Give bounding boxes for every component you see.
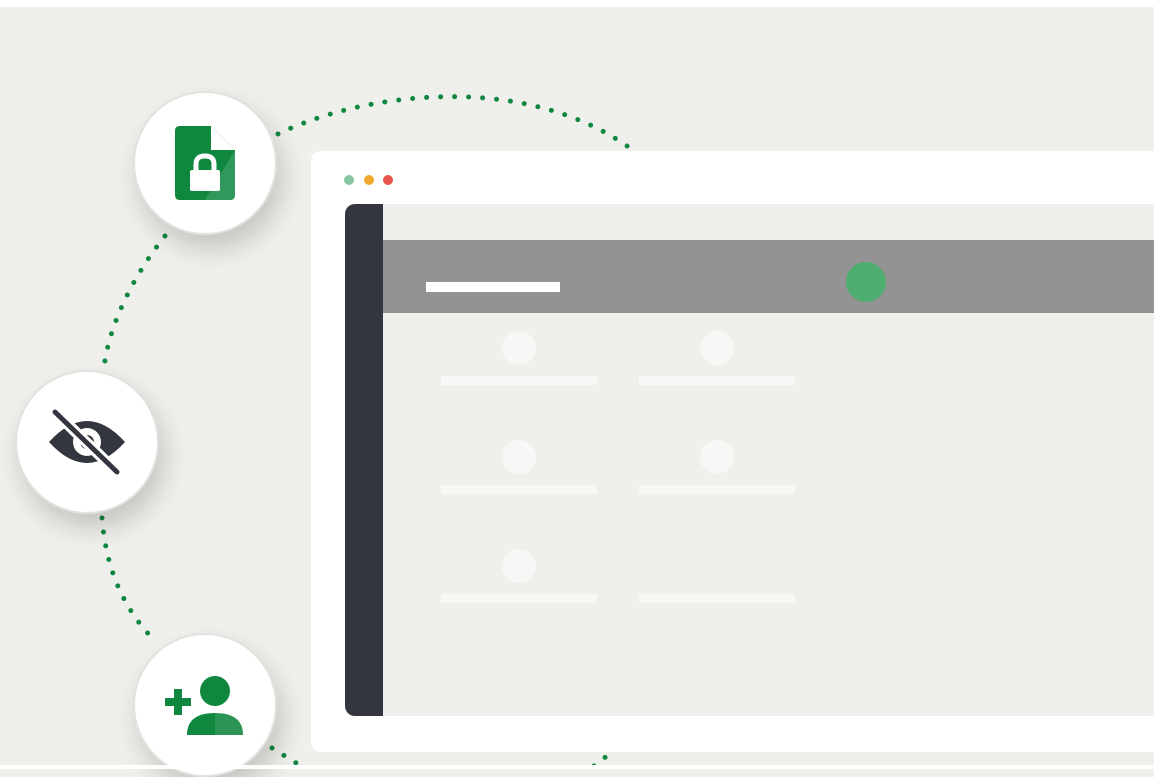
card-text-placeholder (639, 376, 795, 385)
add-user-icon (165, 676, 243, 735)
card-avatar (700, 440, 734, 474)
app-screen (345, 204, 1154, 716)
window-dot-yellow (364, 175, 374, 185)
user-card[interactable] (639, 331, 795, 393)
window-dot-red (383, 175, 393, 185)
card-text-placeholder (441, 594, 597, 603)
card-avatar (502, 549, 536, 583)
browser-window (311, 151, 1154, 752)
sidebar (345, 204, 383, 716)
user-card[interactable] (639, 549, 795, 611)
card-text-placeholder (639, 485, 795, 494)
bottom-border (0, 765, 1154, 769)
user-card[interactable] (441, 331, 597, 393)
header-avatar[interactable] (846, 262, 886, 302)
card-avatar (502, 331, 536, 365)
header-bar (383, 240, 1154, 313)
user-card[interactable] (441, 440, 597, 502)
card-text-placeholder (639, 594, 795, 603)
eye-slash-icon (49, 408, 125, 476)
user-card[interactable] (441, 549, 597, 611)
card-text-placeholder (441, 376, 597, 385)
user-card[interactable] (639, 440, 795, 502)
card-avatar (700, 331, 734, 365)
card-avatar (502, 440, 536, 474)
locked-file-icon (175, 126, 235, 200)
window-dot-green (344, 175, 354, 185)
feature-add-user (133, 633, 277, 777)
top-border (0, 0, 1154, 7)
feature-locked-file (133, 91, 277, 235)
card-text-placeholder (441, 485, 597, 494)
header-title-placeholder (426, 282, 560, 292)
feature-hidden (15, 370, 159, 514)
